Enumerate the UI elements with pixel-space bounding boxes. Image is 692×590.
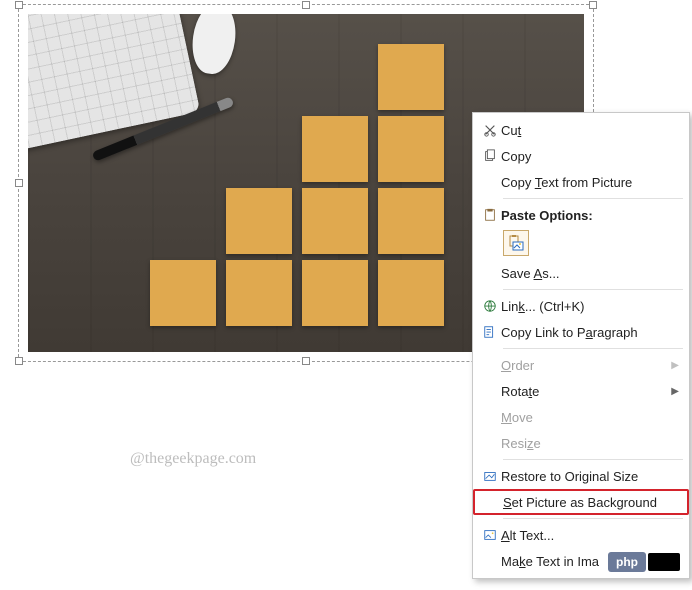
sticky-note — [378, 116, 444, 182]
resize-handle-s[interactable] — [302, 357, 310, 365]
resize-handle-ne[interactable] — [589, 1, 597, 9]
menu-label: Move — [501, 410, 679, 425]
copy-icon — [479, 149, 501, 163]
resize-handle-w[interactable] — [15, 179, 23, 187]
resize-handle-nw[interactable] — [15, 1, 23, 9]
menu-separator — [503, 518, 683, 519]
paste-options-row — [473, 228, 689, 260]
sticky-note — [378, 44, 444, 110]
paste-keep-picture-button[interactable] — [503, 230, 529, 256]
sticky-note — [226, 260, 292, 326]
watermark-text: @thegeekpage.com — [130, 450, 256, 468]
sticky-note — [302, 116, 368, 182]
menu-label: Cut — [501, 123, 679, 138]
menu-order: Order ▶ — [473, 352, 689, 378]
menu-restore-original-size[interactable]: Restore to Original Size — [473, 463, 689, 489]
menu-move: Move — [473, 404, 689, 430]
menu-label: Paste Options: — [501, 208, 679, 223]
menu-label: Copy Text from Picture — [501, 175, 679, 190]
menu-label: Link... (Ctrl+K) — [501, 299, 679, 314]
menu-set-picture-as-background[interactable]: Set Picture as Background — [473, 489, 689, 515]
menu-copy-link-to-paragraph[interactable]: Copy Link to Paragraph — [473, 319, 689, 345]
menu-label: Order — [501, 358, 671, 373]
menu-label: Resize — [501, 436, 679, 451]
site-badge: php — [608, 552, 680, 572]
menu-label: Restore to Original Size — [501, 469, 679, 484]
sticky-note — [226, 188, 292, 254]
menu-rotate[interactable]: Rotate ▶ — [473, 378, 689, 404]
sticky-note — [302, 188, 368, 254]
alt-text-icon — [479, 528, 501, 542]
menu-resize: Resize — [473, 430, 689, 456]
menu-cut[interactable]: Cut — [473, 117, 689, 143]
sticky-note — [302, 260, 368, 326]
cut-icon — [479, 123, 501, 137]
menu-label: Save As... — [501, 266, 679, 281]
resize-handle-n[interactable] — [302, 1, 310, 9]
menu-label: Copy — [501, 149, 679, 164]
submenu-arrow-icon: ▶ — [671, 360, 679, 371]
sticky-note — [150, 260, 216, 326]
paragraph-link-icon — [479, 325, 501, 339]
resize-handle-sw[interactable] — [15, 357, 23, 365]
menu-label: Rotate — [501, 384, 671, 399]
menu-separator — [503, 289, 683, 290]
menu-paste-options-header: Paste Options: — [473, 202, 689, 228]
menu-copy[interactable]: Copy — [473, 143, 689, 169]
menu-label: Set Picture as Background — [503, 495, 677, 510]
menu-save-as[interactable]: Save As... — [473, 260, 689, 286]
restore-size-icon — [479, 469, 501, 483]
menu-separator — [503, 348, 683, 349]
menu-alt-text[interactable]: Alt Text... — [473, 522, 689, 548]
sticky-note — [378, 260, 444, 326]
php-badge: php — [608, 552, 646, 572]
paste-icon — [479, 208, 501, 222]
menu-label: Alt Text... — [501, 528, 679, 543]
cn-badge — [648, 553, 680, 571]
menu-copy-text-from-picture[interactable]: Copy Text from Picture — [473, 169, 689, 195]
link-icon — [479, 299, 501, 313]
sticky-note — [378, 188, 444, 254]
menu-link[interactable]: Link... (Ctrl+K) — [473, 293, 689, 319]
picture-context-menu: Cut Copy Copy Text from Picture Paste Op… — [472, 112, 690, 579]
menu-label: Copy Link to Paragraph — [501, 325, 679, 340]
submenu-arrow-icon: ▶ — [671, 386, 679, 397]
menu-separator — [503, 198, 683, 199]
menu-separator — [503, 459, 683, 460]
